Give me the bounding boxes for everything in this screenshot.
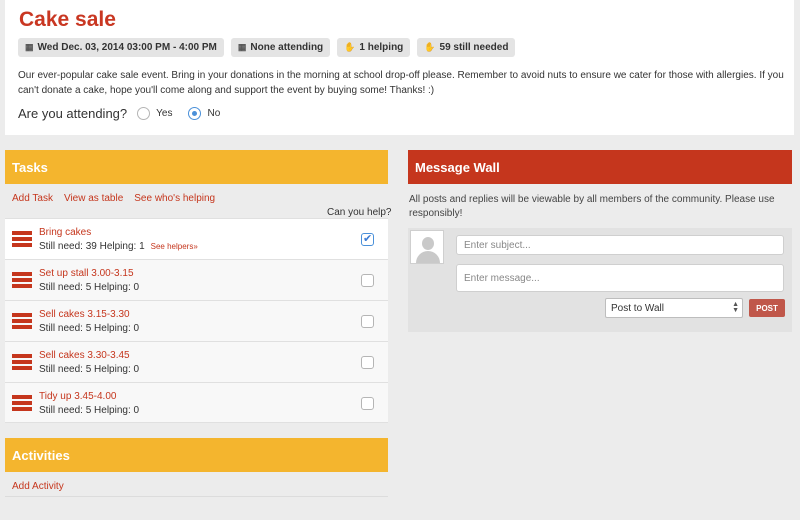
task-row: Bring cakes Still need: 39 Helping: 1 See…	[5, 218, 388, 259]
attending-icon: ▦	[237, 42, 247, 52]
message-wall-heading: Message Wall	[408, 150, 792, 184]
attending-text: None attending	[250, 42, 324, 53]
task-row: Sell cakes 3.15-3.30 Still need: 5 Helpi…	[5, 300, 388, 341]
task-name[interactable]: Sell cakes 3.15-3.30	[39, 309, 130, 320]
needed-icon: ✋	[424, 42, 436, 52]
task-row: Sell cakes 3.30-3.45 Still need: 5 Helpi…	[5, 341, 388, 382]
attending-badge: ▦ None attending	[230, 38, 331, 57]
helping-icon: ✋	[344, 42, 356, 52]
post-target-select[interactable]: Post to Wall ▲ ▼	[605, 298, 743, 318]
attending-yes-radio[interactable]	[137, 107, 151, 120]
task-status-text: Still need: 39 Helping: 1	[39, 241, 145, 252]
avatar	[410, 230, 444, 264]
drag-handle-icon[interactable]	[12, 313, 32, 329]
attending-question: Are you attending? Yes No	[18, 106, 236, 121]
task-links: Add Task View as table See who's helping	[12, 193, 215, 204]
task-help-checkbox[interactable]	[361, 397, 374, 410]
event-card: Cake sale ▦ Wed Dec. 03, 2014 03:00 PM -…	[5, 0, 794, 135]
activities-heading: Activities	[5, 438, 388, 472]
post-button[interactable]: POST	[749, 299, 785, 317]
task-row: Set up stall 3.00-3.15 Still need: 5 Hel…	[5, 259, 388, 300]
view-as-table-link[interactable]: View as table	[64, 193, 123, 204]
date-badge: ▦ Wed Dec. 03, 2014 03:00 PM - 4:00 PM	[18, 38, 224, 57]
select-arrows-icon: ▲ ▼	[732, 301, 739, 314]
page-title: Cake sale	[19, 8, 116, 31]
task-help-checkbox[interactable]	[361, 356, 374, 369]
task-help-checkbox[interactable]	[361, 315, 374, 328]
attending-yes-label[interactable]: Yes	[156, 108, 172, 119]
drag-handle-icon[interactable]	[12, 395, 32, 411]
needed-badge: ✋ 59 still needed	[417, 38, 516, 57]
task-name[interactable]: Set up stall 3.00-3.15	[39, 268, 134, 279]
post-target-value: Post to Wall	[611, 302, 664, 314]
task-help-checkbox[interactable]	[361, 274, 374, 287]
see-helpers-link[interactable]: See helpers»	[151, 242, 198, 251]
task-status: Still need: 5 Helping: 0	[39, 405, 140, 416]
can-help-label: Can you help?	[327, 207, 392, 218]
drag-handle-icon[interactable]	[12, 272, 32, 288]
task-name[interactable]: Sell cakes 3.30-3.45	[39, 350, 130, 361]
add-activity-link[interactable]: Add Activity	[12, 481, 64, 492]
needed-text: 59 still needed	[439, 42, 509, 53]
add-task-link[interactable]: Add Task	[12, 193, 53, 204]
attending-label: Are you attending?	[18, 106, 128, 121]
task-status: Still need: 5 Helping: 0	[39, 282, 140, 293]
task-name[interactable]: Bring cakes	[39, 227, 91, 238]
tasks-heading: Tasks	[5, 150, 388, 184]
helping-text: 1 helping	[359, 42, 404, 53]
drag-handle-icon[interactable]	[12, 354, 32, 370]
see-whos-helping-link[interactable]: See who's helping	[134, 193, 215, 204]
attending-no-radio[interactable]	[188, 107, 202, 120]
wall-note: All posts and replies will be viewable b…	[409, 194, 775, 219]
task-name[interactable]: Tidy up 3.45-4.00	[39, 391, 116, 402]
date-text: Wed Dec. 03, 2014 03:00 PM - 4:00 PM	[37, 42, 217, 53]
drag-handle-icon[interactable]	[12, 231, 32, 247]
helping-badge: ✋ 1 helping	[337, 38, 411, 57]
calendar-icon: ▦	[25, 42, 34, 52]
subject-input[interactable]: Enter subject...	[456, 235, 784, 255]
task-row: Tidy up 3.45-4.00 Still need: 5 Helping:…	[5, 382, 388, 423]
task-help-checkbox[interactable]	[361, 232, 374, 246]
attending-no-label[interactable]: No	[207, 108, 220, 119]
task-status: Still need: 39 Helping: 1 See helpers»	[39, 241, 198, 252]
divider	[5, 496, 388, 497]
task-list: Bring cakes Still need: 39 Helping: 1 See…	[5, 218, 388, 423]
message-compose: Enter subject... Enter message... Post t…	[408, 228, 792, 332]
task-status: Still need: 5 Helping: 0	[39, 364, 140, 375]
event-badges: ▦ Wed Dec. 03, 2014 03:00 PM - 4:00 PM ▦…	[18, 38, 516, 57]
message-input[interactable]: Enter message...	[456, 264, 784, 292]
task-status: Still need: 5 Helping: 0	[39, 323, 140, 334]
event-description: Our ever-popular cake sale event. Bring …	[18, 70, 784, 96]
